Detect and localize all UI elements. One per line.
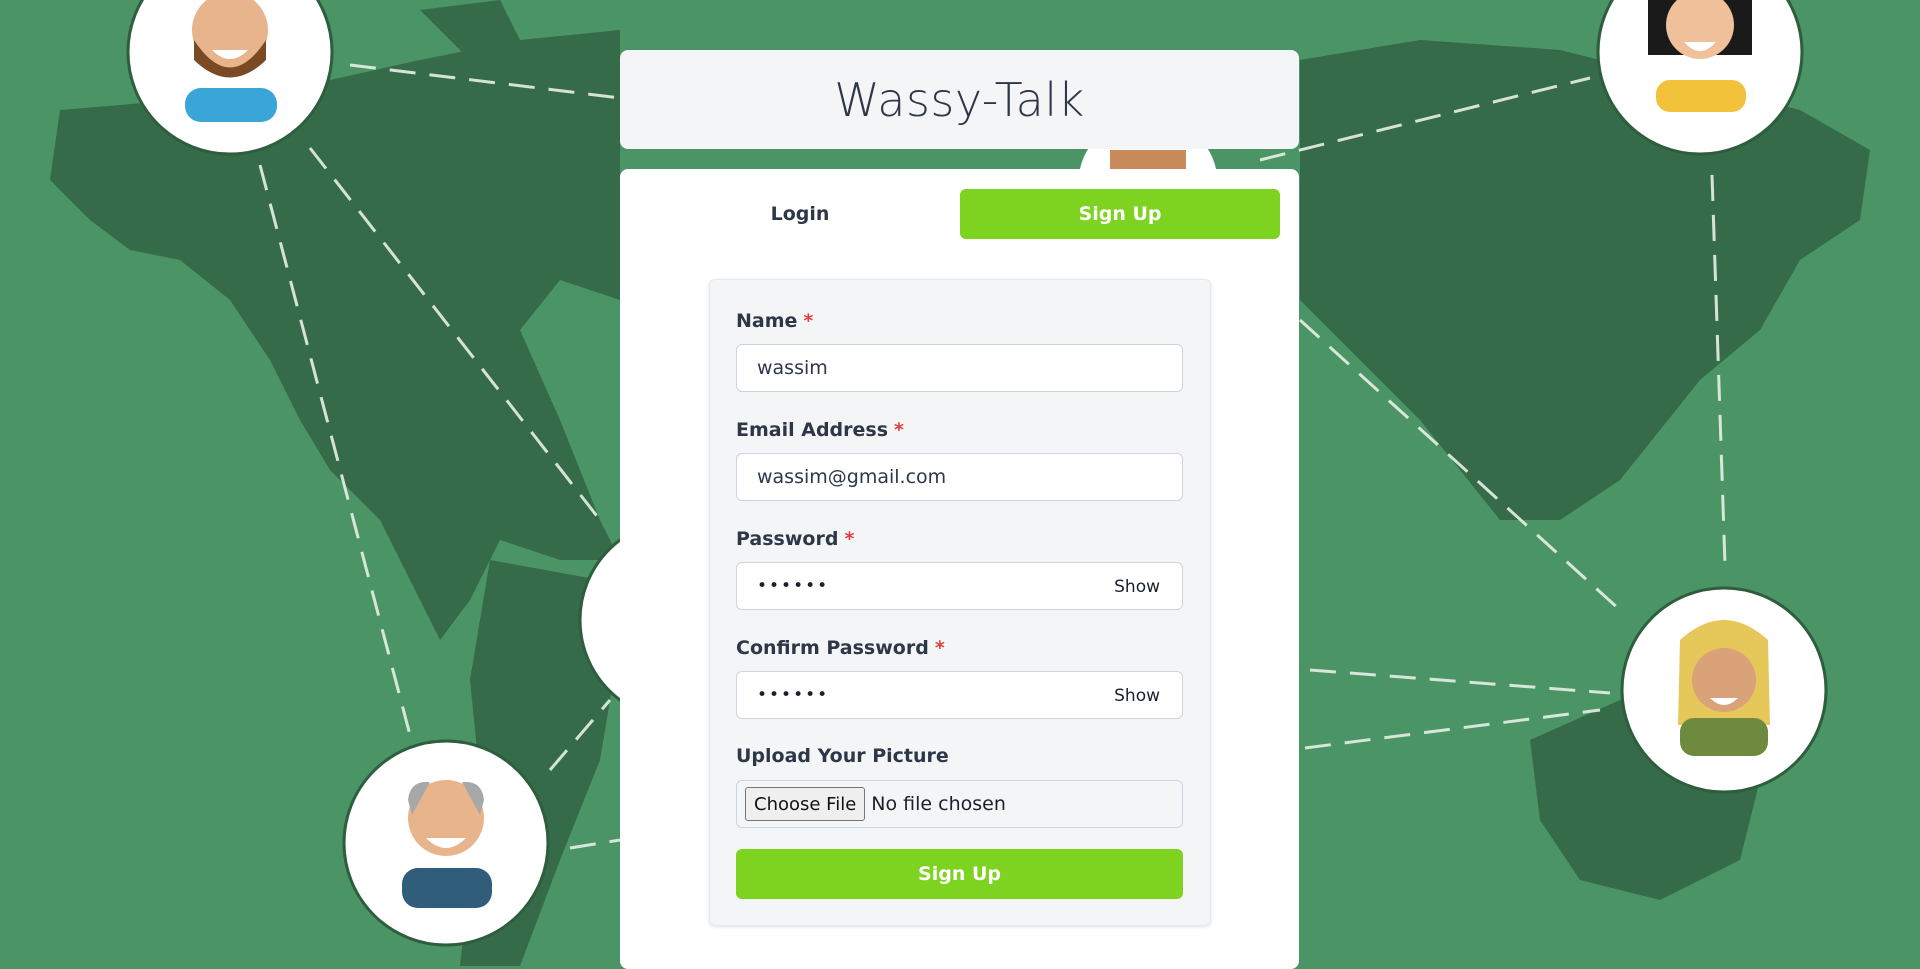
name-input[interactable] [736,344,1183,392]
confirm-password-label: Confirm Password * [736,637,945,659]
password-show-button[interactable]: Show [1102,571,1172,603]
name-label: Name * [736,310,814,332]
password-masked-value: •••••• [757,576,830,596]
sign-up-submit-button[interactable]: Sign Up [736,849,1183,899]
tab-login[interactable]: Login [640,189,960,239]
app-title: Wassy-Talk [834,72,1085,127]
file-status-text: No file chosen [871,793,1006,815]
email-input[interactable] [736,453,1183,501]
email-label: Email Address * [736,419,904,441]
upload-picture-label: Upload Your Picture [736,745,949,767]
signup-form: Name* Email Address* Password* •••••• Sh… [709,279,1211,926]
app-title-header: Wassy-Talk [620,50,1299,149]
confirm-password-input[interactable]: •••••• Show [736,671,1183,719]
required-mark: * [803,310,814,332]
choose-file-button[interactable]: Choose File [745,787,866,821]
required-mark: * [894,419,904,441]
picture-file-input[interactable]: Choose File No file chosen [736,780,1183,828]
confirm-password-show-button[interactable]: Show [1102,680,1172,712]
auth-tabs: Login Sign Up [620,189,1299,239]
password-label: Password * [736,528,855,550]
required-mark: * [844,528,855,550]
tab-sign-up[interactable]: Sign Up [960,189,1280,239]
password-input[interactable]: •••••• Show [736,562,1183,610]
required-mark: * [934,637,945,659]
auth-card: Login Sign Up Name* Email Address* Passw… [620,169,1299,969]
confirm-password-masked-value: •••••• [757,685,830,705]
